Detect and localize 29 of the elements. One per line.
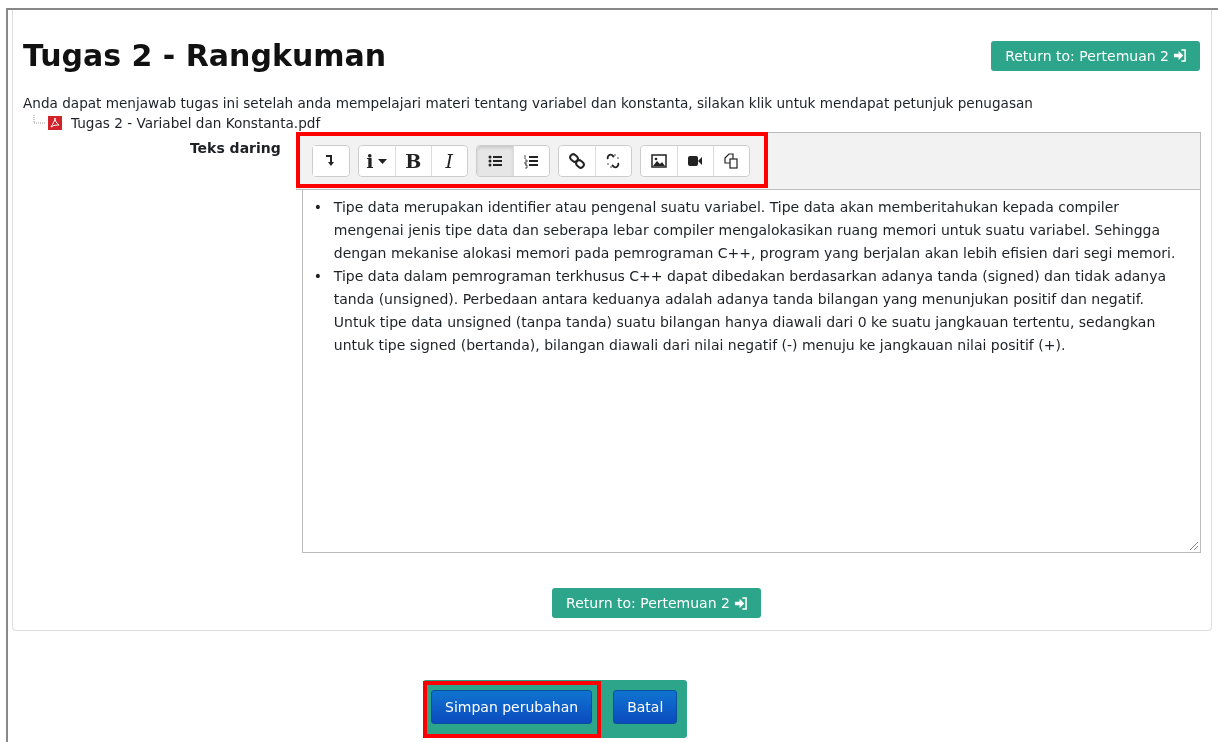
page-title: Tugas 2 - Rangkuman xyxy=(23,38,387,73)
resize-handle-icon[interactable] xyxy=(1190,542,1198,550)
unlink-button[interactable] xyxy=(594,146,631,176)
bullet: • xyxy=(313,267,324,286)
list-item: Tipe data dalam pemrograman terkhusus C++ dapat dibedakan berdasarkan adanya tanda (signed) dan tidak adanya tanda (unsigned). Perbedaan antara keduanya adalah adanya tanda bilangan yang menunjukan positif dan negatif. Untuk tipe data unsigned (tanpa tanda) suatu bilangan hanya diawali dari 0 ke suatu jangkauan tertentu, sedangkan untuk tipe signed (bertanda), bilangan diawali dari nilai negatif (-) menuju ke jangkauan nilai positif (+). xyxy=(333,267,1168,355)
list-item: Tipe data merupakan identifier atau pengenal suatu variabel. Tipe data akan memberitahukan kepada compiler mengenai jenis tipe data dan seberapa lebar compiler mengalokasikan ruang memori untuk suatu variabel. Sehingga dengan mekanise alokasi memori pada pemrograman C++, program yang berjalan akan lebih efisien dari segi memori. xyxy=(333,198,1177,263)
pdf-icon xyxy=(47,115,63,131)
bullet: • xyxy=(313,198,324,217)
video-camera-icon xyxy=(687,153,704,169)
link-icon xyxy=(568,153,585,169)
caret-icon xyxy=(378,158,388,164)
intro-text: Anda dapat menjawab tugas ini setelah anda mempelajari materi tentang variabel dan konstanta, silakan klik untuk mendapat petunjuk penugasan xyxy=(23,95,1034,111)
unlink-icon xyxy=(605,153,622,169)
image-icon xyxy=(650,153,667,169)
files-icon xyxy=(723,153,740,169)
field-label: Teks daring xyxy=(188,139,282,158)
login-icon xyxy=(733,596,747,610)
tree-line xyxy=(33,115,45,127)
bullet-list-button[interactable] xyxy=(476,146,513,176)
save-button[interactable]: Simpan perubahan xyxy=(431,690,593,724)
numbered-list-icon xyxy=(523,153,540,169)
bullet-list-icon xyxy=(486,153,503,169)
numbered-list-button[interactable] xyxy=(512,146,549,176)
files-button[interactable] xyxy=(712,146,749,176)
login-icon xyxy=(1173,49,1186,62)
cancel-button[interactable]: Batal xyxy=(613,690,678,724)
collapse-button[interactable] xyxy=(312,146,349,176)
file-link[interactable]: Tugas 2 - Variabel dan Konstanta.pdf xyxy=(71,115,321,131)
italic-button[interactable]: I xyxy=(430,146,467,176)
